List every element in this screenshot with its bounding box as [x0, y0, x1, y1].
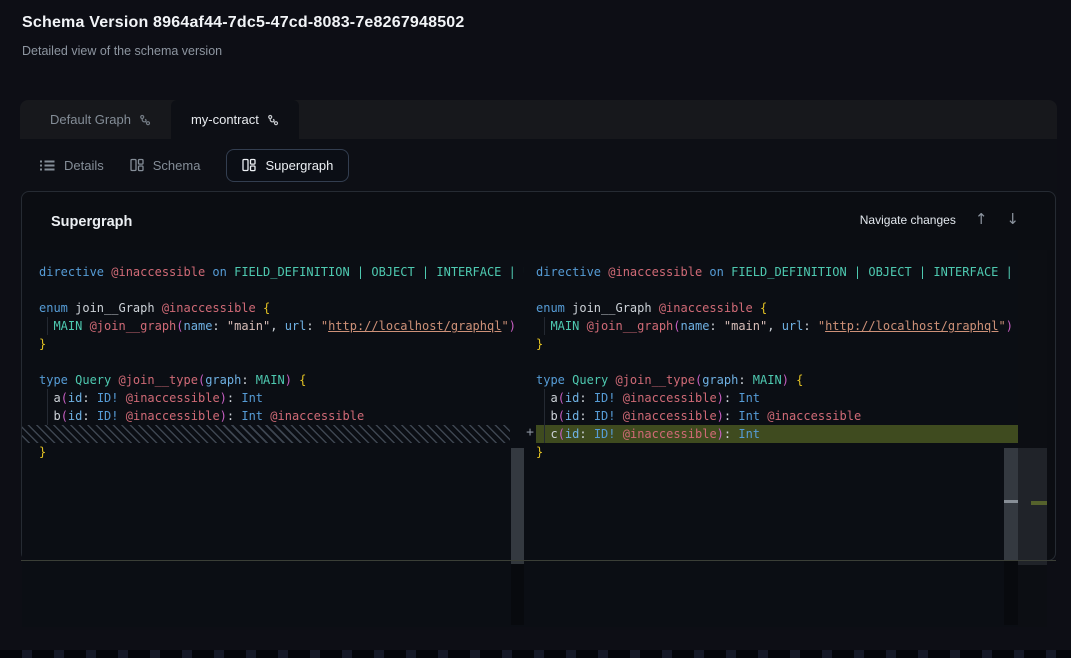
- code-line: b(id: ID! @inaccessible): Int @inaccessi…: [536, 407, 1018, 425]
- added-line-plus-icon: +: [516, 424, 544, 442]
- code-line: }: [39, 443, 524, 461]
- indent-guide: [47, 317, 48, 335]
- previous-change-button[interactable]: ↑: [975, 212, 988, 227]
- graph-tab-bar: Default Graph my-contract: [20, 100, 1057, 139]
- code-line: [39, 281, 524, 299]
- code-line: directive @inaccessible on FIELD_DEFINIT…: [39, 263, 524, 281]
- tab-supergraph-label: Supergraph: [265, 158, 333, 173]
- code-line: [536, 353, 1018, 371]
- tab-details[interactable]: Details: [40, 158, 104, 173]
- code-line: directive @inaccessible on FIELD_DEFINIT…: [536, 263, 1018, 281]
- modified-code: directive @inaccessible on FIELD_DEFINIT…: [524, 250, 1018, 461]
- right-scrollbar[interactable]: [1004, 448, 1018, 560]
- code-line: }: [536, 443, 1018, 461]
- left-scrollbar-track: [511, 561, 524, 625]
- code-line: type Query @join__type(graph: MAIN) {: [536, 371, 1018, 389]
- indent-guide: [47, 389, 48, 407]
- code-line: }: [536, 335, 1018, 353]
- diff-modified-pane[interactable]: directive @inaccessible on FIELD_DEFINIT…: [524, 250, 1018, 627]
- indent-guide: [544, 389, 545, 407]
- added-code-line: c(id: ID! @inaccessible): Int: [536, 425, 1018, 443]
- indent-guide: [544, 425, 545, 443]
- bottom-dashed-strip: [0, 650, 1071, 658]
- panel-heading: Supergraph: [51, 214, 132, 230]
- tab-details-label: Details: [64, 158, 104, 173]
- columns-icon: [130, 158, 144, 172]
- code-line: }: [39, 335, 524, 353]
- tab-default-graph[interactable]: Default Graph: [30, 100, 171, 139]
- overview-change-marker: [1004, 500, 1018, 503]
- navigate-changes: Navigate changes ↑ ↓: [860, 212, 1019, 227]
- original-code: directive @inaccessible on FIELD_DEFINIT…: [22, 250, 524, 461]
- code-line: enum join__Graph @inaccessible {: [39, 299, 524, 317]
- columns-icon: [242, 158, 256, 172]
- tab-default-graph-label: Default Graph: [50, 112, 131, 127]
- code-line: type Query @join__type(graph: MAIN) {: [39, 371, 524, 389]
- tab-my-contract-label: my-contract: [191, 112, 259, 127]
- fork-icon: [267, 114, 279, 126]
- code-line: b(id: ID! @inaccessible): Int @inaccessi…: [39, 407, 524, 425]
- indent-guide: [47, 407, 48, 425]
- tab-my-contract[interactable]: my-contract: [171, 100, 299, 139]
- tab-schema-label: Schema: [153, 158, 201, 173]
- view-tab-bar: Details Schema Supergraph: [20, 139, 1057, 191]
- list-icon: [40, 159, 55, 172]
- tab-schema[interactable]: Schema: [130, 158, 201, 173]
- code-line: [536, 281, 1018, 299]
- indent-guide: [544, 317, 545, 335]
- page-subtitle: Detailed view of the schema version: [22, 44, 222, 58]
- tab-supergraph[interactable]: Supergraph: [226, 149, 349, 182]
- panel-bottom-border: [21, 560, 1056, 561]
- code-line: a(id: ID! @inaccessible): Int: [536, 389, 1018, 407]
- code-line: MAIN @join__graph(name: "main", url: "ht…: [536, 317, 1018, 335]
- code-line: a(id: ID! @inaccessible): Int: [39, 389, 524, 407]
- diff-original-pane[interactable]: directive @inaccessible on FIELD_DEFINIT…: [22, 250, 524, 627]
- page-title: Schema Version 8964af44-7dc5-47cd-8083-7…: [22, 14, 465, 32]
- diff-placeholder-line: [22, 425, 510, 443]
- code-line: MAIN @join__graph(name: "main", url: "ht…: [39, 317, 524, 335]
- fork-icon: [139, 114, 151, 126]
- code-line: enum join__Graph @inaccessible {: [536, 299, 1018, 317]
- code-line: [39, 353, 524, 371]
- minimap[interactable]: [1018, 250, 1047, 627]
- minimap-added-marker: [1031, 501, 1047, 505]
- right-scrollbar-track: [1004, 561, 1018, 625]
- navigate-changes-label: Navigate changes: [860, 213, 956, 227]
- left-scrollbar[interactable]: [511, 448, 524, 564]
- minimap-slider[interactable]: [1018, 448, 1047, 565]
- next-change-button[interactable]: ↓: [1006, 212, 1019, 227]
- indent-guide: [544, 407, 545, 425]
- schema-diff-editor: directive @inaccessible on FIELD_DEFINIT…: [22, 250, 1047, 627]
